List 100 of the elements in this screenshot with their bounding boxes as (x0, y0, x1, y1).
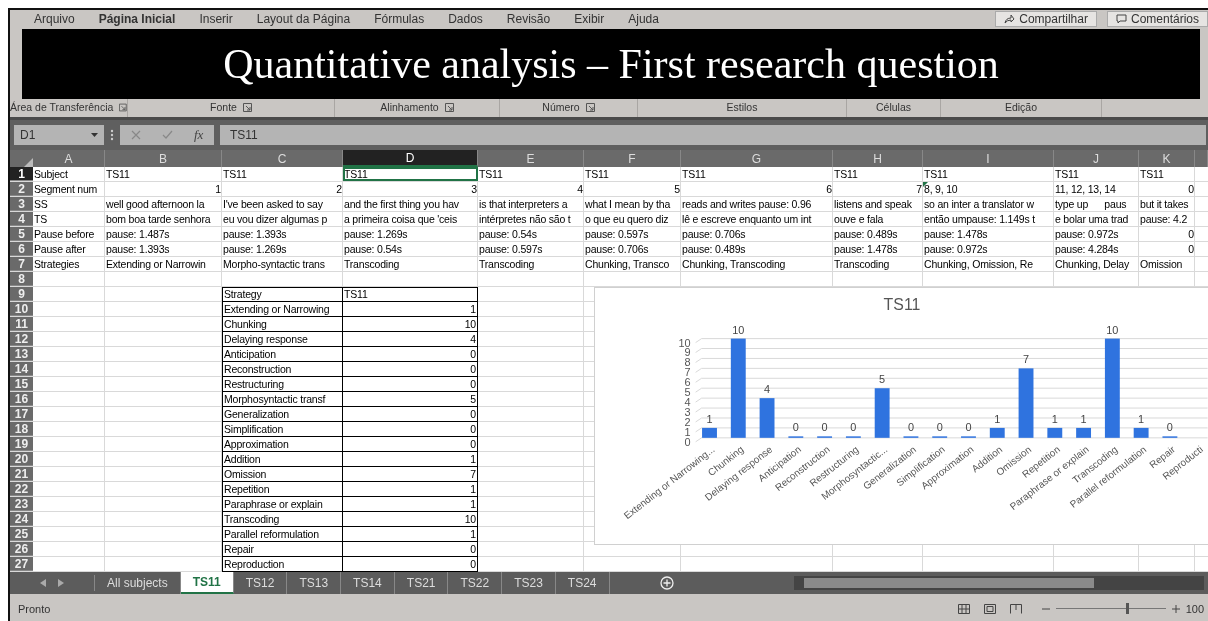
table-cell[interactable]: 2 (222, 182, 343, 196)
table-cell[interactable]: Segment num (33, 182, 105, 196)
zoom-out-icon[interactable] (1041, 607, 1050, 610)
table-cell[interactable]: TS11 (478, 167, 584, 181)
table-cell[interactable]: Transcoding (343, 257, 478, 271)
share-button[interactable]: Compartilhar (995, 10, 1097, 27)
table-cell[interactable]: Pause after (33, 242, 105, 256)
table-cell[interactable]: 1 (343, 497, 478, 512)
menu-tab[interactable]: Inserir (187, 11, 245, 26)
table-cell[interactable]: type up paus (1054, 197, 1139, 211)
table-cell[interactable]: I've been asked to say (222, 197, 343, 211)
table-cell[interactable]: 1 (105, 182, 222, 196)
dialog-launcher-icon[interactable] (585, 102, 595, 112)
table-cell[interactable]: pause: 1.478s (923, 227, 1054, 241)
table-cell[interactable]: Chunking, Transcoding (681, 257, 833, 271)
table-cell[interactable]: 10 (343, 317, 478, 332)
table-cell[interactable]: TS11 (105, 167, 222, 181)
table-cell[interactable]: e bolar uma trad (1054, 212, 1139, 226)
row-header[interactable]: 15 (10, 377, 33, 391)
table-cell[interactable]: SS (33, 197, 105, 211)
table-cell[interactable]: Paraphrase or explain (222, 497, 343, 512)
table-cell[interactable]: Morphosyntactic transf (222, 392, 343, 407)
table-cell[interactable]: Chunking, Omission, Re (923, 257, 1054, 271)
table-cell[interactable]: Repair (222, 542, 343, 557)
table-cell[interactable]: pause: 1.269s (343, 227, 478, 241)
table-cell[interactable]: Chunking, Delay (1054, 257, 1139, 271)
more-icon[interactable] (110, 129, 114, 141)
row-header[interactable]: 20 (10, 452, 33, 466)
row-header[interactable]: 1 (10, 167, 33, 181)
table-cell[interactable]: 0 (343, 362, 478, 377)
table-cell[interactable]: eu vou dizer algumas p (222, 212, 343, 226)
row-header[interactable]: 10 (10, 302, 33, 316)
table-cell[interactable]: Reconstruction (222, 362, 343, 377)
table-cell[interactable]: 0 (343, 377, 478, 392)
row-header[interactable]: 4 (10, 212, 33, 226)
table-cell[interactable]: 0 (1139, 227, 1195, 241)
table-cell[interactable]: 0 (343, 437, 478, 452)
table-cell[interactable]: Chunking (222, 317, 343, 332)
table-cell[interactable]: what I mean by tha (584, 197, 681, 211)
menu-tab[interactable]: Ajuda (616, 11, 671, 26)
table-cell[interactable]: Strategies (33, 257, 105, 271)
table-cell[interactable]: Chunking, Transco (584, 257, 681, 271)
table-cell[interactable]: Omission (1139, 257, 1195, 271)
table-cell[interactable]: 4 (343, 332, 478, 347)
table-cell[interactable]: Transcoding (478, 257, 584, 271)
sheet-tab[interactable]: TS14 (341, 572, 395, 594)
row-header[interactable]: 7 (10, 257, 33, 271)
row-header[interactable]: 14 (10, 362, 33, 376)
table-cell[interactable]: is that interpreters a (478, 197, 584, 211)
table-cell[interactable]: pause: 1.269s (222, 242, 343, 256)
dialog-launcher-icon[interactable] (119, 102, 127, 112)
table-cell[interactable]: 3 (343, 182, 478, 196)
table-cell[interactable]: pause: 0.489s (681, 242, 833, 256)
menu-tab[interactable]: Layout da Página (244, 11, 363, 26)
table-cell[interactable]: TS11 (1139, 167, 1195, 181)
row-header[interactable]: 17 (10, 407, 33, 421)
table-cell[interactable]: Addition (222, 452, 343, 467)
table-cell[interactable]: então umpause: 1.149s t (923, 212, 1054, 226)
grid-icon[interactable] (957, 603, 970, 614)
sheet-tab[interactable]: TS24 (555, 572, 610, 594)
table-cell[interactable]: listens and speak (833, 197, 923, 211)
add-sheet-icon[interactable] (659, 576, 674, 590)
table-cell[interactable]: pause: 0.597s (584, 227, 681, 241)
menu-tab[interactable]: Revisão (494, 11, 563, 26)
table-cell[interactable]: Generalization (222, 407, 343, 422)
table-cell[interactable]: Transcoding (222, 512, 343, 527)
dialog-launcher-icon[interactable] (444, 102, 454, 112)
formula-field[interactable]: TS11 (220, 125, 1206, 145)
table-cell[interactable]: TS11 (584, 167, 681, 181)
column-header[interactable]: D (343, 150, 478, 167)
row-header[interactable]: 16 (10, 392, 33, 406)
table-cell[interactable]: Reproduction (222, 557, 343, 572)
table-cell[interactable]: Parallel reformulation (222, 527, 343, 542)
table-cell[interactable]: 11, 12, 13, 14 (1054, 182, 1139, 196)
name-box[interactable]: D1 (14, 125, 104, 145)
row-header[interactable]: 5 (10, 227, 33, 241)
comments-button[interactable]: Comentários (1106, 10, 1208, 27)
table-cell[interactable]: 1 (343, 527, 478, 542)
row-header[interactable]: 6 (10, 242, 33, 256)
table-cell[interactable]: bom boa tarde senhora (105, 212, 222, 226)
row-header[interactable]: 19 (10, 437, 33, 451)
table-cell[interactable]: pause: 0.489s (833, 227, 923, 241)
sheet-tab[interactable]: TS11 (180, 572, 234, 594)
table-cell[interactable]: pause: 0.706s (681, 227, 833, 241)
row-header[interactable]: 22 (10, 482, 33, 496)
table-cell[interactable]: Anticipation (222, 347, 343, 362)
table-cell[interactable]: 0 (1139, 182, 1195, 196)
table-cell[interactable]: Strategy (222, 287, 343, 302)
table-cell[interactable]: 1 (343, 452, 478, 467)
table-cell[interactable]: o que eu quero diz (584, 212, 681, 226)
table-cell[interactable]: and the first thing you hav (343, 197, 478, 211)
table-cell[interactable]: TS11 (222, 167, 343, 181)
table-cell[interactable]: pause: 0.972s (1054, 227, 1139, 241)
table-cell[interactable]: pause: 4.2 (1139, 212, 1195, 226)
table-cell[interactable]: 0 (343, 557, 478, 572)
row-header[interactable]: 26 (10, 542, 33, 556)
sheet-tab[interactable]: TS22 (448, 572, 503, 594)
table-cell[interactable]: pause: 0.597s (478, 242, 584, 256)
table-cell[interactable]: pause: 1.393s (105, 242, 222, 256)
row-header[interactable]: 3 (10, 197, 33, 211)
